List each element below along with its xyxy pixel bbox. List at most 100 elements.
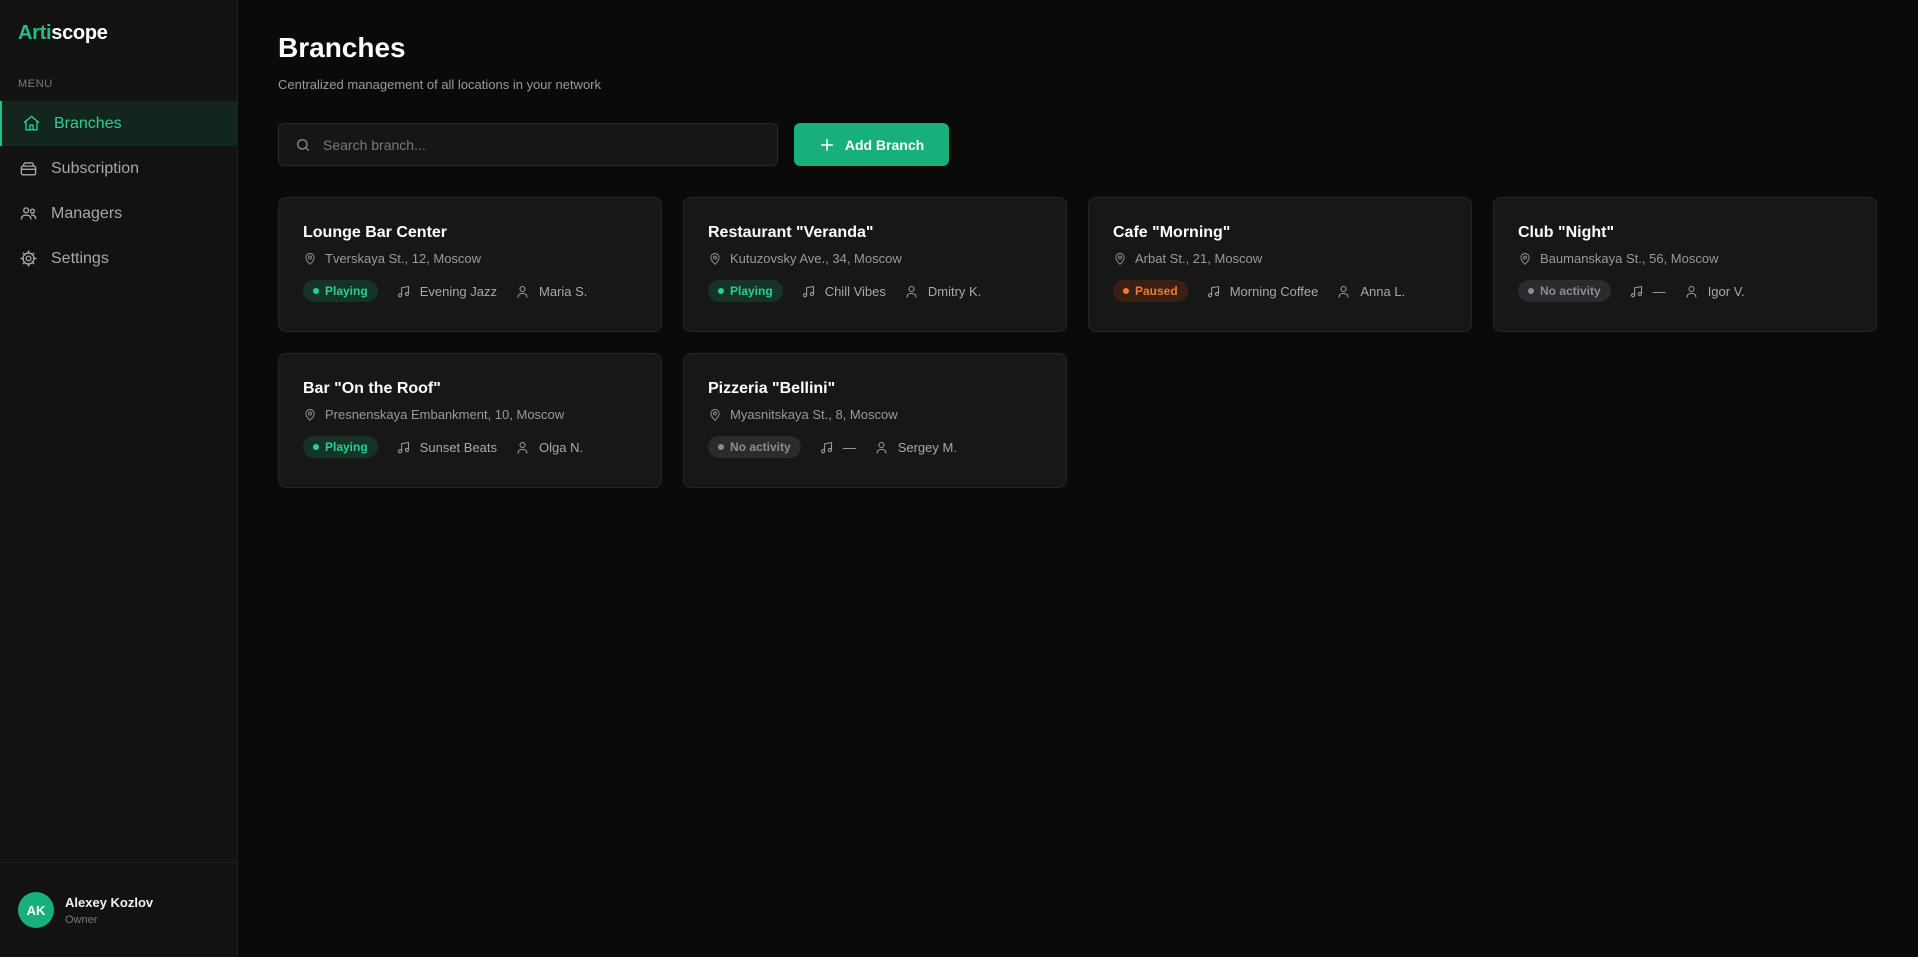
playlist-item: — — [819, 440, 856, 455]
status-label: Playing — [730, 284, 773, 298]
manager-name: Anna L. — [1360, 283, 1406, 299]
avatar: AK — [18, 892, 54, 928]
sidebar-item-label: Branches — [54, 114, 122, 132]
status-dot — [313, 288, 319, 294]
branch-meta: Paused Morning Coffee Anna L. — [1113, 280, 1447, 302]
branch-address: Tverskaya St., 12, Moscow — [325, 251, 482, 266]
location-pin-icon — [1115, 252, 1125, 265]
status-label: Playing — [325, 284, 368, 298]
sidebar-item-subscription[interactable]: Subscription — [0, 146, 237, 191]
manager-item: Maria S. — [515, 284, 587, 299]
playlist-name: — — [1652, 283, 1666, 299]
user-name: Alexey Kozlov — [65, 894, 154, 910]
branch-address: Myasnitskaya St., 8, Moscow — [730, 407, 898, 422]
branch-name: Cafe "Morning" — [1113, 224, 1231, 241]
playlist-item: Evening Jazz — [396, 284, 497, 299]
status-badge: Playing — [303, 436, 378, 458]
sidebar-nav: Branches Subscription Managers Settings — [0, 101, 237, 281]
location-pin-icon — [305, 408, 315, 421]
status-label: Playing — [325, 440, 368, 454]
branch-card[interactable]: Restaurant "Veranda" Kutuzovsky Ave., 34… — [683, 197, 1067, 332]
user-icon — [1338, 285, 1349, 298]
manager-item: Igor V. — [1684, 284, 1745, 299]
music-note-icon — [1630, 285, 1642, 297]
branch-card[interactable]: Cafe "Morning" Arbat St., 21, Moscow Pau… — [1088, 197, 1472, 332]
branch-grid: Lounge Bar Center Tverskaya St., 12, Mos… — [278, 197, 1878, 488]
app-logo[interactable]: Artiscope — [18, 22, 108, 45]
manager-item: Olga N. — [515, 440, 583, 455]
user-icon — [876, 441, 887, 454]
branch-address-row: Kutuzovsky Ave., 34, Moscow — [708, 251, 1042, 266]
manager-name: Maria S. — [539, 283, 588, 299]
branch-address-row: Baumanskaya St., 56, Moscow — [1518, 251, 1852, 266]
branch-name: Club "Night" — [1518, 224, 1615, 241]
playlist-name: Sunset Beats — [419, 439, 498, 455]
status-badge: No activity — [708, 436, 801, 458]
add-branch-label: Add Branch — [844, 136, 925, 153]
manager-name: Igor V. — [1707, 283, 1745, 299]
branch-card[interactable]: Lounge Bar Center Tverskaya St., 12, Mos… — [278, 197, 662, 332]
branch-address: Baumanskaya St., 56, Moscow — [1540, 251, 1719, 266]
branch-name: Lounge Bar Center — [303, 224, 448, 241]
status-dot — [1528, 288, 1534, 294]
branch-card[interactable]: Bar "On the Roof" Presnenskaya Embankmen… — [278, 353, 662, 488]
status-badge: Paused — [1113, 280, 1188, 302]
music-note-icon — [802, 285, 814, 297]
manager-name: Dmitry K. — [927, 283, 982, 299]
sidebar: Artiscope MENU Branches Subscription Man… — [0, 0, 238, 957]
playlist-item: Chill Vibes — [801, 284, 886, 299]
sidebar-item-label: Subscription — [51, 159, 140, 177]
user-icon — [906, 285, 917, 298]
logo-part-2: scope — [51, 22, 108, 44]
branch-meta: Playing Chill Vibes Dmitry K. — [708, 280, 1042, 302]
manager-item: Sergey M. — [874, 440, 957, 455]
sidebar-item-branches[interactable]: Branches — [0, 101, 237, 146]
manager-name: Olga N. — [539, 439, 584, 455]
playlist-item: Sunset Beats — [396, 440, 497, 455]
status-dot — [718, 288, 724, 294]
logo-part-1: Arti — [18, 22, 52, 44]
playlist-name: Morning Coffee — [1229, 283, 1319, 299]
status-badge: No activity — [1518, 280, 1611, 302]
status-badge: Playing — [708, 280, 783, 302]
search-icon — [297, 138, 309, 151]
branch-address-row: Arbat St., 21, Moscow — [1113, 251, 1447, 266]
branch-meta: Playing Evening Jazz Maria S. — [303, 280, 637, 302]
music-note-icon — [1207, 285, 1219, 297]
location-pin-icon — [305, 252, 315, 265]
branch-card[interactable]: Pizzeria "Bellini" Myasnitskaya St., 8, … — [683, 353, 1067, 488]
search-input[interactable] — [323, 136, 743, 153]
subscription-icon — [18, 159, 38, 179]
playlist-name: Chill Vibes — [824, 283, 886, 299]
user-info: Alexey Kozlov Owner — [65, 895, 153, 926]
manager-name: Sergey M. — [897, 439, 957, 455]
branch-meta: Playing Sunset Beats Olga N. — [303, 436, 637, 458]
branch-address: Kutuzovsky Ave., 34, Moscow — [730, 251, 902, 266]
user-profile[interactable]: AK Alexey Kozlov Owner — [0, 862, 237, 957]
branch-name: Bar "On the Roof" — [303, 380, 441, 397]
sidebar-item-managers[interactable]: Managers — [0, 191, 237, 236]
users-icon — [18, 204, 38, 224]
branch-card[interactable]: Club "Night" Baumanskaya St., 56, Moscow… — [1493, 197, 1877, 332]
menu-label: MENU — [18, 78, 53, 90]
user-icon — [1686, 285, 1697, 298]
sidebar-item-settings[interactable]: Settings — [0, 236, 237, 281]
music-note-icon — [397, 441, 409, 453]
status-dot — [1123, 288, 1129, 294]
search-box[interactable] — [278, 123, 778, 166]
branch-name: Pizzeria "Bellini" — [708, 380, 836, 397]
status-dot — [313, 444, 319, 450]
user-role: Owner — [65, 913, 98, 926]
location-pin-icon — [1520, 252, 1530, 265]
status-label: No activity — [730, 440, 791, 454]
playlist-item: Morning Coffee — [1206, 283, 1319, 299]
add-branch-button[interactable]: Add Branch — [794, 123, 949, 166]
sidebar-item-label: Managers — [51, 204, 123, 222]
playlist-item: — — [1629, 284, 1666, 299]
branch-address-row: Tverskaya St., 12, Moscow — [303, 251, 637, 266]
playlist-name: Evening Jazz — [419, 283, 498, 299]
home-icon — [21, 114, 41, 134]
status-dot — [718, 444, 724, 450]
music-note-icon — [397, 285, 409, 297]
gear-icon — [18, 249, 38, 269]
